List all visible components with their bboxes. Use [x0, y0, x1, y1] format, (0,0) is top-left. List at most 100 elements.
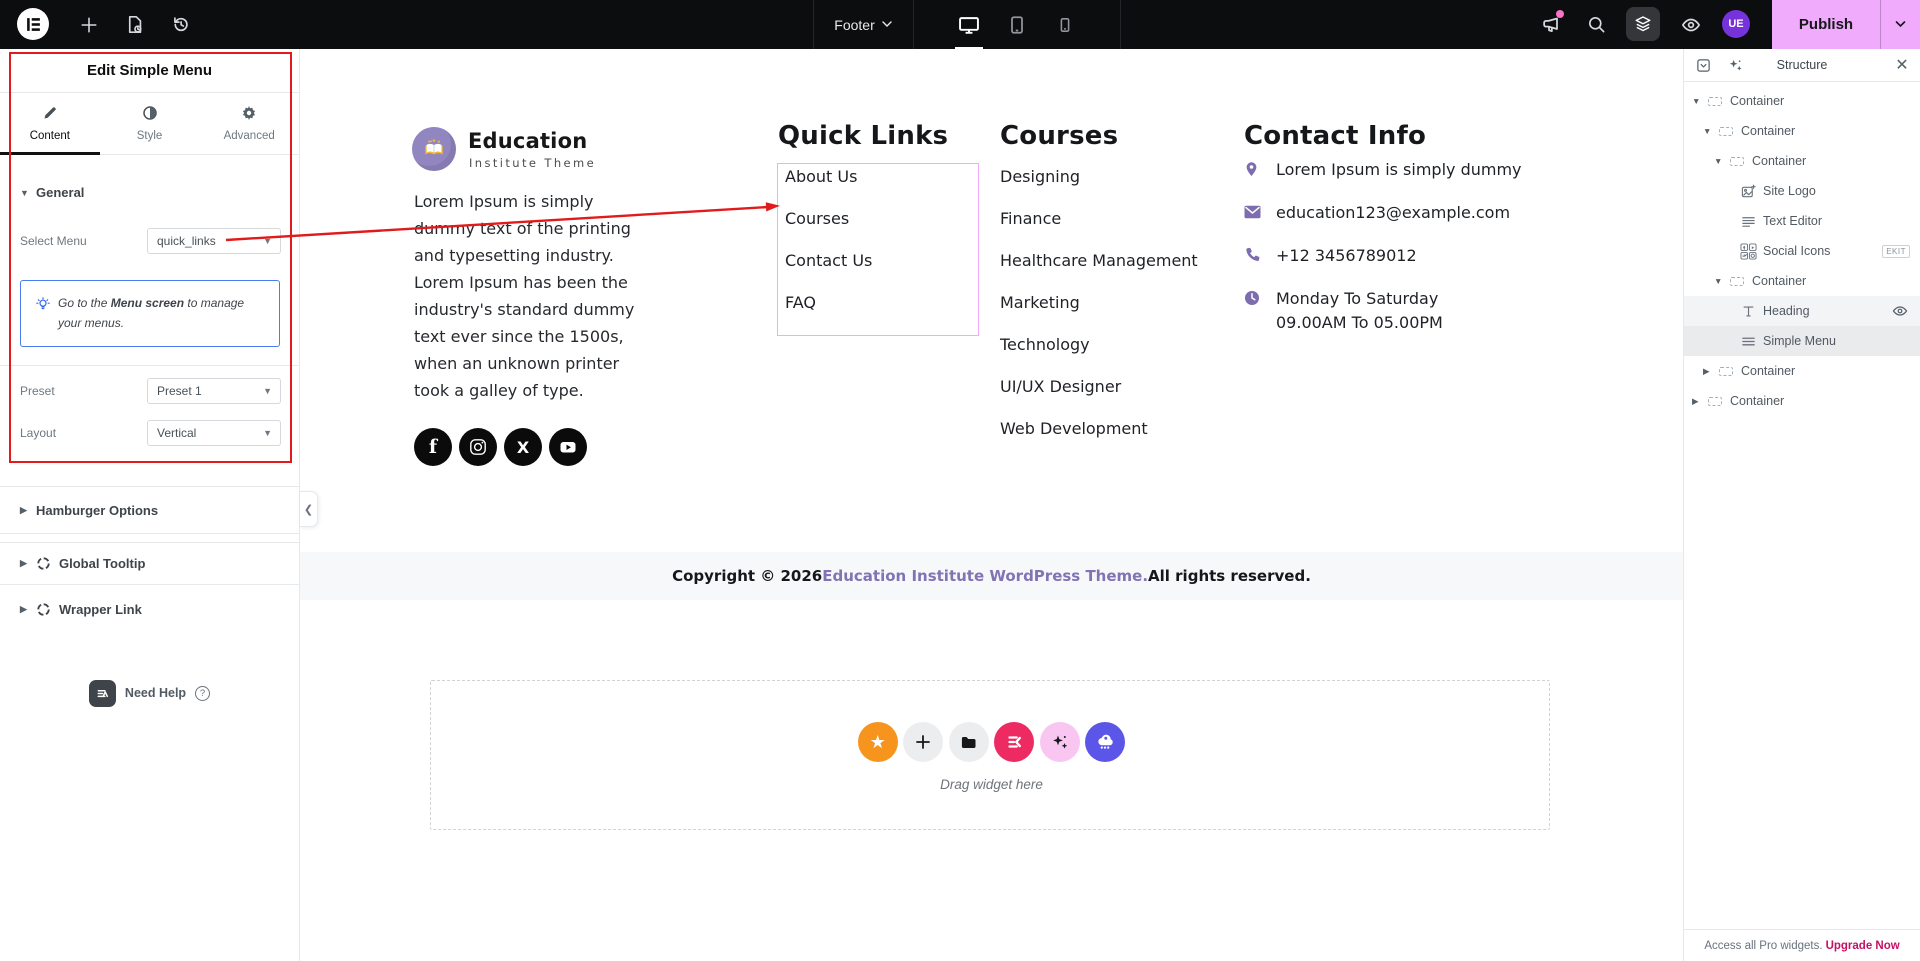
caret-down-icon: ▼ — [263, 236, 272, 246]
section-wrapper-link[interactable]: ▶ Wrapper Link — [0, 585, 299, 633]
contact-row: +12 3456789012 — [1244, 244, 1522, 268]
history-icon[interactable] — [168, 12, 193, 37]
layout-dropdown[interactable]: Vertical ▼ — [147, 420, 281, 446]
preview-icon[interactable] — [1678, 12, 1703, 37]
menu-link[interactable]: Designing — [1000, 166, 1198, 188]
menu-link[interactable]: Marketing — [1000, 292, 1198, 314]
search-icon[interactable] — [1584, 12, 1609, 37]
upgrade-now-link[interactable]: Upgrade Now — [1826, 940, 1900, 952]
whats-new-icon[interactable] — [1538, 10, 1564, 37]
close-icon[interactable]: ✕ — [1889, 52, 1915, 78]
section-arrow-icon: ▶ — [20, 504, 27, 515]
select-menu-dropdown[interactable]: quick_links ▼ — [147, 228, 281, 254]
notice-text: Go to the Menu screen to manage your men… — [58, 296, 245, 330]
courses-heading: Courses — [1000, 121, 1119, 151]
document-switcher[interactable]: Footer — [813, 0, 913, 49]
structure-tree-row[interactable]: ▼ Container — [1684, 266, 1920, 296]
pencil-icon — [42, 105, 58, 124]
menu-link[interactable]: FAQ — [785, 292, 872, 314]
section-hamburger-options[interactable]: ▶ Hamburger Options — [0, 486, 299, 534]
menu-link[interactable]: Web Development — [1000, 418, 1198, 440]
contact-text: Lorem Ipsum is simply dummy — [1276, 160, 1522, 179]
facebook-icon[interactable]: f — [414, 428, 452, 466]
user-avatar[interactable]: UE — [1722, 10, 1750, 38]
caret-down-icon: ▼ — [263, 428, 272, 438]
about-line: text ever since the 1500s, — [414, 327, 624, 346]
menu-link[interactable]: Finance — [1000, 208, 1198, 230]
tree-item-label: Simple Menu — [1763, 334, 1836, 348]
favorites-button[interactable]: ★ — [857, 722, 898, 762]
tab-content[interactable]: Content — [0, 93, 100, 155]
panel-collapse-icon[interactable]: ❮ — [300, 491, 318, 527]
tab-label: Content — [29, 130, 70, 142]
tree-item-label: Container — [1741, 364, 1796, 378]
page-settings-icon[interactable] — [122, 12, 147, 37]
menu-link[interactable]: UI/UX Designer — [1000, 376, 1198, 398]
youtube-icon[interactable] — [549, 428, 587, 466]
device-desktop-icon[interactable] — [952, 0, 986, 49]
about-line: Lorem Ipsum has been the — [414, 273, 628, 292]
device-tablet-icon[interactable] — [1000, 0, 1034, 49]
menu-link[interactable]: Courses — [785, 208, 872, 230]
x-icon[interactable]: 𝗫 — [504, 428, 542, 466]
menu-link[interactable]: About Us — [785, 166, 872, 188]
structure-tree-row[interactable]: ▼ Container — [1684, 116, 1920, 146]
ai-button[interactable] — [1039, 722, 1080, 762]
tree-item-label: Site Logo — [1763, 184, 1816, 198]
structure-toggle-icon[interactable] — [1626, 7, 1660, 41]
preset-dropdown[interactable]: Preset 1 ▼ — [147, 378, 281, 404]
phone-icon — [1244, 244, 1261, 268]
tree-expand-icon[interactable]: ▼ — [1703, 126, 1717, 136]
publish-options-icon[interactable] — [1880, 0, 1920, 49]
top-bar: Footer UE Publish — [0, 0, 1920, 49]
tree-expand-icon[interactable]: ▼ — [1714, 156, 1728, 166]
tree-expand-icon[interactable]: ▼ — [1692, 96, 1706, 106]
footer-about-text: Lorem Ipsum is simply dummy text of the p… — [414, 188, 634, 404]
add-widget-button[interactable] — [903, 722, 944, 762]
elementskit-button[interactable] — [994, 722, 1035, 762]
structure-tree-row[interactable]: ▶ Container — [1684, 356, 1920, 386]
publish-button[interactable]: Publish — [1772, 0, 1880, 49]
add-element-icon[interactable] — [76, 12, 101, 37]
elementor-logo-icon[interactable] — [17, 8, 49, 40]
tab-label: Style — [136, 130, 163, 142]
section-general[interactable]: ▼ General — [20, 185, 84, 200]
collapse-all-icon[interactable] — [1690, 52, 1716, 78]
tree-expand-icon[interactable]: ▼ — [1714, 276, 1728, 286]
templately-button[interactable] — [1085, 722, 1126, 762]
structure-tree-row[interactable]: Social Icons EKIT — [1684, 236, 1920, 266]
structure-tree-row[interactable]: Text Editor — [1684, 206, 1920, 236]
pro-widgets-bar: Access all Pro widgets. Upgrade Now — [1684, 929, 1920, 961]
structure-tree-row[interactable]: Heading — [1684, 296, 1920, 326]
structure-tree-row[interactable]: Site Logo — [1684, 176, 1920, 206]
site-logo-image[interactable] — [412, 127, 456, 171]
tab-advanced[interactable]: Advanced — [199, 93, 299, 154]
tab-style[interactable]: Style — [100, 93, 200, 154]
device-mobile-icon[interactable] — [1048, 0, 1082, 49]
structure-tree-row[interactable]: ▶ Container — [1684, 386, 1920, 416]
tree-item-label: Heading — [1763, 304, 1810, 318]
contact-text: Monday To Saturday 09.00AM To 05.00PM — [1276, 289, 1443, 332]
instagram-icon[interactable] — [459, 428, 497, 466]
structure-tree-row[interactable]: ▼ Container — [1684, 146, 1920, 176]
wrapper-link-icon — [37, 602, 50, 616]
tree-expand-icon[interactable]: ▶ — [1703, 366, 1717, 377]
about-line: industry's standard dummy — [414, 300, 635, 319]
section-arrow-icon: ▶ — [20, 603, 27, 614]
need-help-button[interactable]: Need Help ? — [0, 673, 299, 713]
visibility-eye-icon[interactable] — [1892, 303, 1908, 319]
envelope-icon — [1244, 201, 1261, 225]
ai-sparkle-icon[interactable] — [1722, 52, 1748, 78]
tree-expand-icon[interactable]: ▶ — [1692, 396, 1706, 407]
section-global-tooltip[interactable]: ▶ Global Tooltip — [0, 542, 299, 585]
quick-links-heading: Quick Links — [778, 121, 949, 151]
menu-link[interactable]: Technology — [1000, 334, 1198, 356]
theme-link[interactable]: Education Institute WordPress Theme. — [822, 567, 1148, 585]
folder-button[interactable] — [948, 722, 989, 762]
structure-tree-row[interactable]: ▼ Container — [1684, 86, 1920, 116]
social-icons-icon — [1739, 242, 1757, 260]
structure-tree-row[interactable]: Simple Menu — [1684, 326, 1920, 356]
menu-link[interactable]: Contact Us — [785, 250, 872, 272]
clock-icon — [1244, 287, 1261, 335]
menu-link[interactable]: Healthcare Management — [1000, 250, 1198, 272]
